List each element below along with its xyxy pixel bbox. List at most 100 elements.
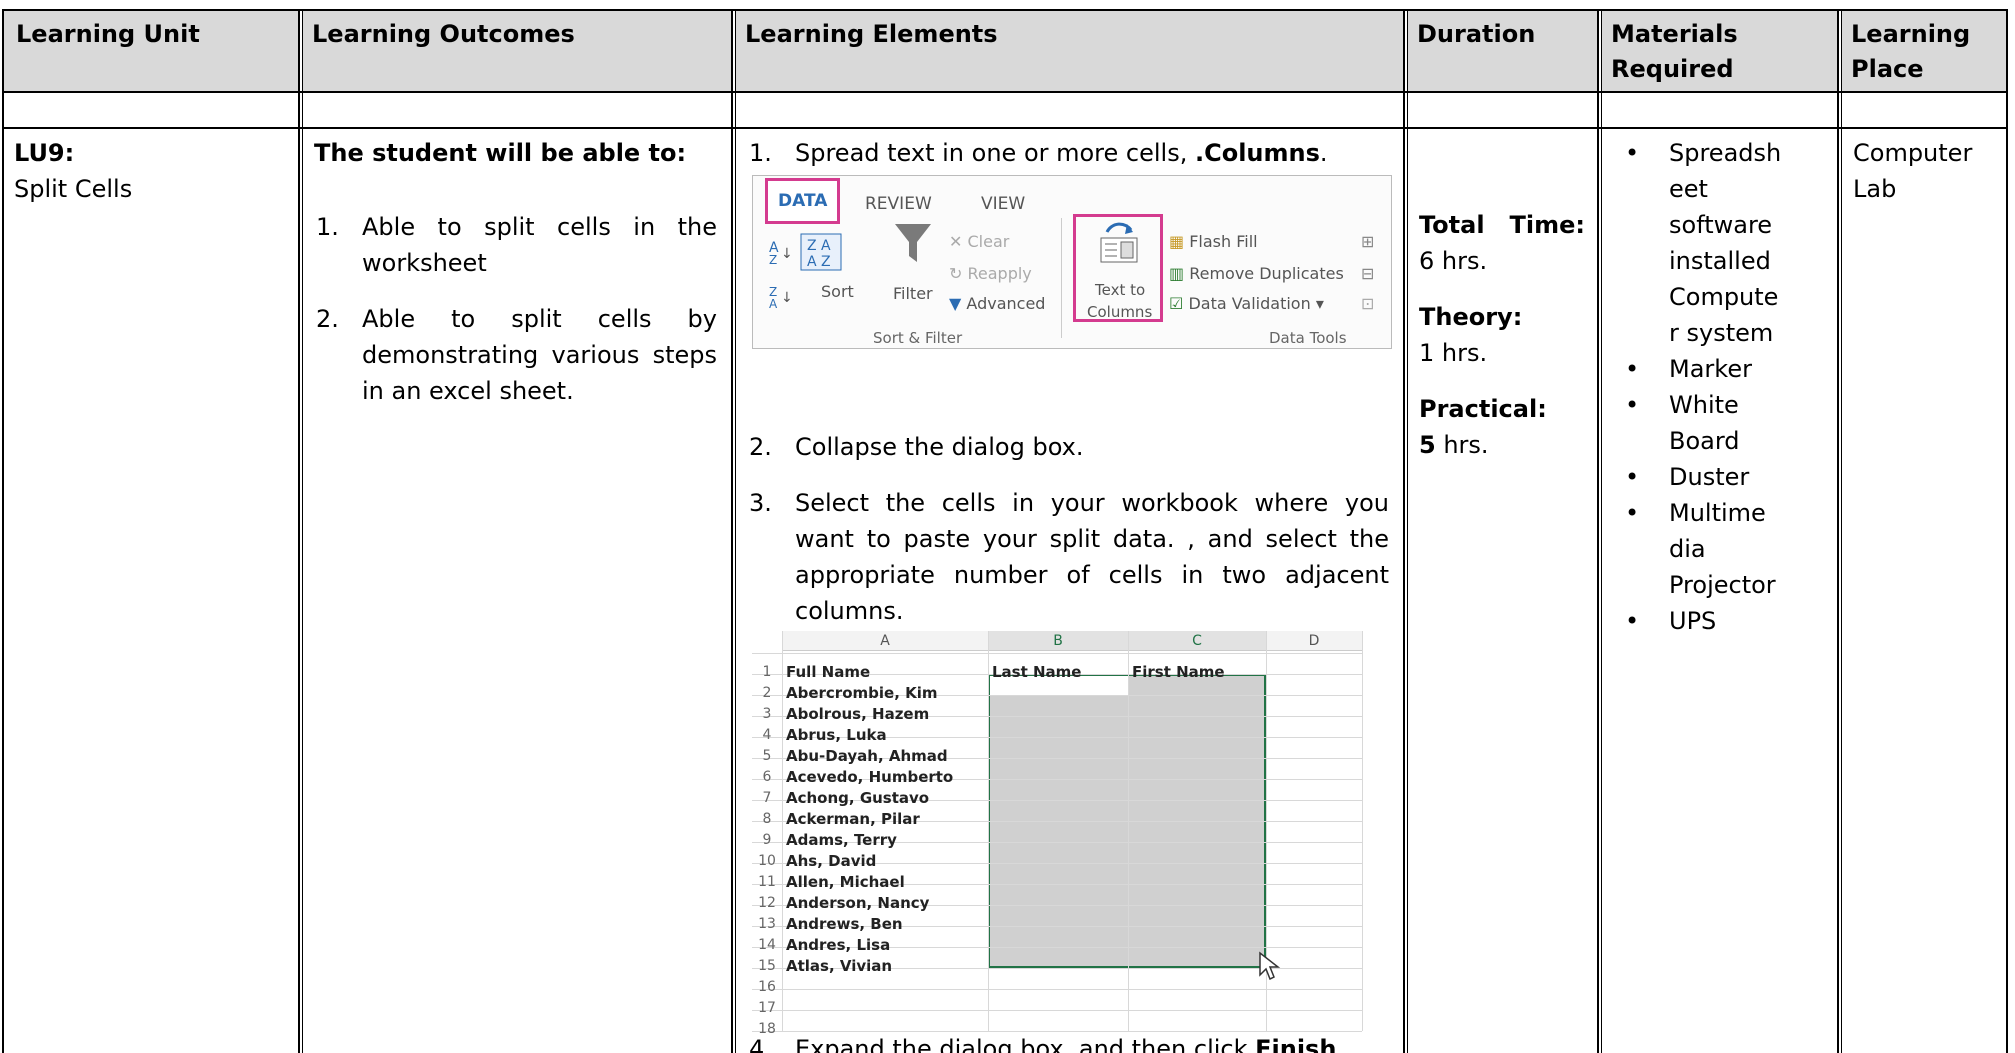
advanced-icon: ▼	[949, 294, 962, 313]
spacer-cell	[298, 91, 731, 127]
header-materials-required: Materials Required	[1597, 9, 1837, 91]
material-item: • UPS	[1599, 603, 1837, 639]
spacer-row	[2, 91, 2008, 127]
material-text: Duster	[1669, 463, 1750, 491]
column-header: B	[988, 631, 1128, 651]
spacer-cell	[1837, 91, 2008, 127]
advanced-text: Advanced	[966, 294, 1046, 313]
practical-value: 5 hrs.	[1419, 427, 1585, 463]
unit-code: LU9:	[14, 139, 75, 167]
column-header: A	[782, 631, 988, 651]
sheet-gridline	[1128, 631, 1129, 1031]
svg-text:A Z: A Z	[807, 254, 831, 270]
step-item: 3. Select the cells in your workbook whe…	[747, 485, 1389, 629]
learning-outcomes-cell: The student will be able to: 1. Able to …	[298, 127, 731, 1053]
place-line: Lab	[1853, 175, 1897, 203]
material-text: Compute	[1669, 283, 1779, 311]
clear-icon: ✕	[949, 232, 963, 251]
material-text: UPS	[1669, 607, 1717, 635]
mouse-cursor-icon	[1258, 951, 1282, 994]
step-text: Collapse the dialog box.	[795, 433, 1084, 461]
svg-text:Z: Z	[769, 253, 777, 267]
excel-ribbon-screenshot: DATA REVIEW VIEW A Z ↓ Z A A Z Z A ↓ Sor…	[752, 175, 1392, 349]
ribbon-tab-data: DATA	[765, 178, 841, 224]
material-item: • Duster	[1599, 459, 1837, 495]
elements-list: 1. Spread text in one or more cells, .Co…	[747, 135, 1389, 171]
outcome-number: 1.	[316, 213, 339, 241]
data-tools-group-label: Data Tools	[1269, 329, 1347, 347]
outcome-text: Able to split cells in the worksheet	[362, 213, 717, 277]
reapply-text: Reapply	[967, 264, 1032, 283]
bullet-icon: •	[1625, 463, 1640, 491]
outcomes-list: 1. Able to split cells in the worksheet …	[314, 209, 717, 409]
material-text: Board	[1669, 427, 1740, 455]
bullet-icon: •	[1625, 355, 1640, 383]
header-duration: Duration	[1403, 9, 1597, 91]
relationships-icon: ⊡	[1361, 294, 1375, 313]
place-line: Computer	[1853, 139, 1973, 167]
header-learning-place: Learning Place	[1837, 9, 2008, 91]
sheet-gridline	[988, 631, 989, 1031]
material-text: Marker	[1669, 355, 1752, 383]
columns-label: Columns	[1087, 303, 1153, 321]
header-learning-outcomes: Learning Outcomes	[298, 9, 731, 91]
excel-sheet-screenshot: A B C D 1 2 3 4 5 6 7 8 9 10 11 12 13 14 15 16 17 18 Full Name…	[752, 631, 1372, 1037]
column-header: C	[1128, 631, 1266, 651]
reapply-icon: ↻	[949, 264, 963, 283]
flash-fill-icon: ▦	[1169, 232, 1185, 251]
bullet-icon: •	[1625, 607, 1640, 635]
theory-value: 1 hrs.	[1419, 339, 1488, 367]
learning-elements-cell: 1. Spread text in one or more cells, .Co…	[731, 127, 1403, 1053]
step-text-bold: Finish	[1255, 1035, 1337, 1053]
cell-first-name-header: First Name	[1132, 663, 1225, 681]
text-to-columns-icon	[1100, 222, 1138, 263]
step-text: Expand the dialog box, and then click	[795, 1035, 1256, 1053]
clear-text: Clear	[967, 232, 1010, 251]
step-number: 3.	[749, 489, 772, 517]
material-text: Spreadsh	[1669, 139, 1782, 167]
step-item: 2. Collapse the dialog box.	[747, 429, 1389, 465]
learning-unit-cell: LU9: Split Cells	[2, 127, 298, 1053]
svg-text:Z A: Z A	[807, 238, 831, 254]
material-text: software	[1669, 211, 1773, 239]
outcome-item: 2. Able to split cells by demonstrating …	[314, 301, 717, 409]
material-item: • Spreadsh eet software installed Compute r sy…	[1599, 135, 1837, 351]
spacer-cell	[731, 91, 1403, 127]
page: Learning Unit Learning Outcomes Learning…	[0, 0, 2015, 1053]
sort-label: Sort	[821, 282, 854, 301]
ribbon-separator	[1061, 218, 1062, 338]
materials-list: • Spreadsh eet software installed Compute r sy…	[1599, 135, 1837, 639]
svg-text:↓: ↓	[781, 290, 793, 306]
sheet-gridline	[752, 1010, 1362, 1011]
step-text-bold: .Columns	[1194, 139, 1320, 167]
cell-last-name-header: Last Name	[992, 663, 1082, 681]
svg-text:↓: ↓	[781, 246, 793, 262]
header-learning-unit: Learning Unit	[2, 9, 298, 91]
step-item: 1. Spread text in one or more cells, .Co…	[747, 135, 1389, 171]
sheet-gridline	[1362, 631, 1363, 1031]
data-validation-label: ☑ Data Validation ▾	[1169, 294, 1324, 313]
filter-label: Filter	[893, 284, 933, 303]
materials-cell: • Spreadsh eet software installed Compute r sy…	[1597, 127, 1837, 1053]
unit-title: Split Cells	[14, 175, 133, 203]
practical-number: 5	[1419, 431, 1436, 459]
ribbon-tab-view: VIEW	[981, 194, 1026, 214]
elements-list-final: 4. Expand the dialog box, and then click…	[747, 1031, 1389, 1053]
total-time-line: Total Time:	[1419, 207, 1585, 243]
material-text: r system	[1669, 319, 1774, 347]
bullet-icon: •	[1625, 499, 1640, 527]
content-row: LU9: Split Cells The student will be abl…	[2, 127, 2008, 1053]
header-learning-elements: Learning Elements	[731, 9, 1403, 91]
step-text-end: .	[1319, 139, 1328, 167]
material-text: White	[1669, 391, 1739, 419]
spacer-cell	[1403, 91, 1597, 127]
duration-cell: Total Time: 6 hrs. Theory: 1 hrs. Practi…	[1403, 127, 1597, 1053]
flash-fill-label: ▦ Flash Fill	[1169, 224, 1258, 260]
step-number: 1.	[749, 139, 772, 167]
bullet-icon: •	[1625, 391, 1640, 419]
material-item: • Marker	[1599, 351, 1837, 387]
svg-text:A: A	[769, 297, 778, 308]
remove-duplicates-text: Remove Duplicates	[1189, 264, 1344, 283]
sort-filter-group-label: Sort & Filter	[873, 329, 963, 347]
lesson-plan-table: Learning Unit Learning Outcomes Learning…	[2, 9, 2008, 1053]
